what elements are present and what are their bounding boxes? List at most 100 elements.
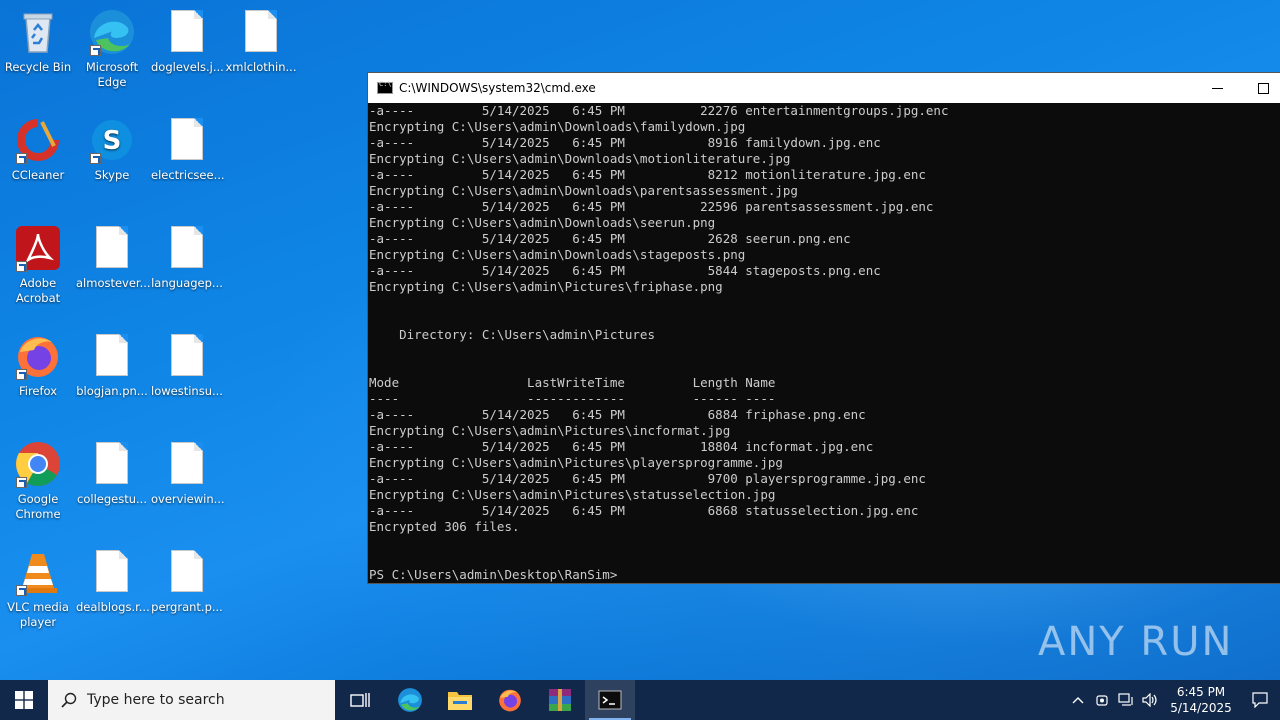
console-line: Encrypting C:\Users\admin\Pictures\statu…	[369, 487, 776, 502]
desktop-icon-microsoft-edge[interactable]: Microsoft Edge	[74, 8, 150, 90]
desktop-icon-label: doglevels.j...	[151, 60, 224, 74]
system-tray: 6:45 PM 5/14/2025	[1066, 680, 1280, 720]
desktop-icon-label: VLC media player	[7, 600, 69, 629]
tray-meet-now[interactable]	[1090, 680, 1114, 720]
ccleaner-icon	[14, 116, 62, 164]
desktop-icon-skype[interactable]: S Skype	[74, 116, 150, 183]
chevron-up-icon	[1072, 697, 1084, 704]
desktop-icon-file[interactable]: electricsee...	[149, 116, 225, 183]
file-icon	[163, 116, 211, 164]
windows-logo-icon	[15, 691, 33, 709]
file-icon	[88, 224, 136, 272]
clock-date: 5/14/2025	[1170, 701, 1232, 715]
desktop-icon-label: Microsoft Edge	[85, 60, 139, 89]
console-line: -a---- 5/14/2025 6:45 PM 9700 playerspro…	[369, 471, 926, 486]
desktop-icon-label: CCleaner	[11, 168, 65, 182]
file-icon	[163, 440, 211, 488]
cmd-window[interactable]: C:\WINDOWS\system32\cmd.exe -a---- 5/14/…	[367, 72, 1280, 584]
console-line: Directory: C:\Users\admin\Pictures	[369, 327, 655, 342]
desktop-icon-label: overviewin...	[151, 492, 225, 506]
desktop-icon-adobe-acrobat[interactable]: Adobe Acrobat	[0, 224, 76, 306]
search-icon	[61, 692, 77, 708]
maximize-icon	[1257, 82, 1269, 94]
meet-now-icon	[1096, 695, 1108, 706]
svg-text:S: S	[103, 126, 122, 156]
shortcut-arrow-icon	[16, 369, 27, 380]
console-line: -a---- 5/14/2025 6:45 PM 6868 statussele…	[369, 503, 919, 518]
file-icon	[163, 332, 211, 380]
file-icon	[88, 548, 136, 596]
skype-icon: S	[88, 116, 136, 164]
desktop-icon-recycle-bin[interactable]: Recycle Bin	[0, 8, 76, 75]
console-line: -a---- 5/14/2025 6:45 PM 5844 stageposts…	[369, 263, 881, 278]
desktop-icon-file[interactable]: lowestinsu...	[149, 332, 225, 399]
taskbar-terminal[interactable]	[585, 680, 635, 720]
file-icon	[163, 548, 211, 596]
taskbar-file-explorer[interactable]	[435, 680, 485, 720]
taskbar-clock[interactable]: 6:45 PM 5/14/2025	[1162, 684, 1240, 716]
tray-overflow-button[interactable]	[1066, 680, 1090, 720]
desktop-icon-label: Recycle Bin	[4, 60, 72, 74]
taskbar-search-box[interactable]: Type here to search	[48, 680, 335, 720]
clock-time: 6:45 PM	[1176, 685, 1226, 699]
console-line: -a---- 5/14/2025 6:45 PM 22596 parentsas…	[369, 199, 934, 214]
watermark-text: ANY RUN	[1038, 619, 1234, 665]
desktop-icon-label: xmlclothin...	[225, 60, 297, 74]
shortcut-arrow-icon	[90, 45, 101, 56]
console-line: Mode LastWriteTime Length Name	[369, 375, 776, 390]
desktop-icon-file[interactable]: pergrant.p...	[149, 548, 225, 615]
desktop-icon-label: collegestu...	[77, 492, 147, 506]
desktop-icon-file[interactable]: xmlclothin...	[223, 8, 299, 75]
console-line: Encrypting C:\Users\admin\Downloads\pare…	[369, 183, 798, 198]
console-line: PS C:\Users\admin\Desktop\RanSim>	[369, 567, 618, 582]
shortcut-arrow-icon	[16, 153, 27, 164]
console-line: Encrypting C:\Users\admin\Downloads\seer…	[369, 215, 716, 230]
desktop-icon-file[interactable]: almostever...	[74, 224, 151, 291]
notification-icon	[1252, 692, 1268, 708]
desktop-icon-label: Skype	[94, 168, 130, 182]
chrome-icon	[14, 440, 62, 488]
desktop-icon-file[interactable]: doglevels.j...	[149, 8, 225, 75]
console-line: Encrypted 306 files.	[369, 519, 520, 534]
desktop-icon-label: blogjan.pn...	[76, 384, 148, 398]
maximize-button[interactable]	[1240, 73, 1280, 103]
desktop-icon-file[interactable]: dealblogs.r...	[74, 548, 150, 615]
terminal-icon	[598, 690, 622, 710]
console-line: -a---- 5/14/2025 6:45 PM 6884 friphase.p…	[369, 407, 866, 422]
notification-center-button[interactable]	[1240, 680, 1280, 720]
desktop-icon-file[interactable]: blogjan.pn...	[74, 332, 150, 399]
shortcut-arrow-icon	[16, 261, 27, 272]
desktop-icon-ccleaner[interactable]: CCleaner	[0, 116, 76, 183]
adobe-acrobat-icon	[14, 224, 62, 272]
console-line: Encrypting C:\Users\admin\Downloads\moti…	[369, 151, 791, 166]
edge-icon	[88, 8, 136, 56]
desktop-icon-label: lowestinsu...	[151, 384, 223, 398]
start-button[interactable]	[0, 680, 48, 720]
cmd-output[interactable]: -a---- 5/14/2025 6:45 PM 22276 entertain…	[368, 103, 1280, 583]
desktop-icon-file[interactable]: collegestu...	[74, 440, 150, 507]
minimize-button[interactable]	[1194, 73, 1240, 103]
console-line: -a---- 5/14/2025 6:45 PM 2628 seerun.png…	[369, 231, 851, 246]
taskbar-firefox[interactable]	[485, 680, 535, 720]
tray-volume[interactable]	[1138, 680, 1162, 720]
edge-icon	[398, 688, 422, 712]
console-line: -a---- 5/14/2025 6:45 PM 18804 incformat…	[369, 439, 874, 454]
taskbar-edge[interactable]	[385, 680, 435, 720]
desktop-icon-file[interactable]: overviewin...	[149, 440, 225, 507]
desktop-icon-vlc[interactable]: VLC media player	[0, 548, 76, 630]
desktop-icon-google-chrome[interactable]: Google Chrome	[0, 440, 76, 522]
task-view-button[interactable]	[335, 680, 385, 720]
desktop-icon-firefox[interactable]: Firefox	[0, 332, 76, 399]
taskbar-winrar[interactable]	[535, 680, 585, 720]
cmd-title-bar[interactable]: C:\WINDOWS\system32\cmd.exe	[368, 73, 1280, 103]
network-icon	[1118, 693, 1133, 706]
task-view-icon	[350, 693, 370, 707]
tray-network[interactable]	[1114, 680, 1138, 720]
cmd-title: C:\WINDOWS\system32\cmd.exe	[399, 81, 596, 95]
desktop-icon-file[interactable]: languagep...	[149, 224, 225, 291]
anyrun-watermark: ANY RUN	[1038, 610, 1238, 674]
console-line: -a---- 5/14/2025 6:45 PM 22276 entertain…	[369, 103, 949, 118]
